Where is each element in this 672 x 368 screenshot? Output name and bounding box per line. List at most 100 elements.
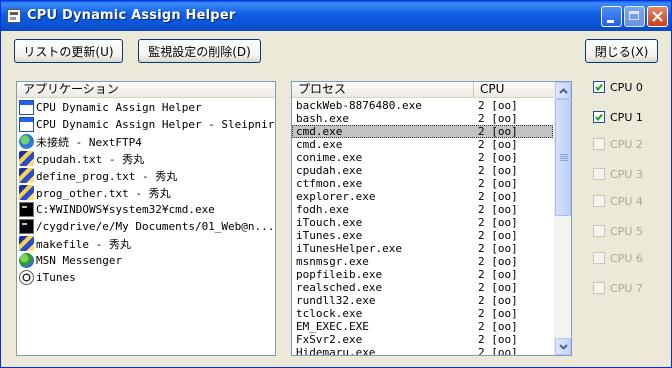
- process-name: EM_EXEC.EXE: [296, 320, 369, 333]
- process-row[interactable]: tclock.exe 2 [oo]: [292, 307, 553, 320]
- process-row[interactable]: ctfmon.exe 2 [oo]: [292, 177, 553, 190]
- cpu-checkbox-7: CPU 7: [593, 281, 643, 295]
- process-row[interactable]: bash.exe 2 [oo]: [292, 112, 553, 125]
- process-row[interactable]: realsched.exe 2 [oo]: [292, 281, 553, 294]
- process-cpu: 2 [oo]: [478, 255, 518, 268]
- process-row[interactable]: iTouch.exe 2 [oo]: [292, 216, 553, 229]
- process-row[interactable]: iTunes.exe 2 [oo]: [292, 229, 553, 242]
- application-list-item[interactable]: define_prog.txt - 秀丸: [19, 167, 177, 184]
- process-scrollbar[interactable]: [554, 82, 571, 355]
- cpu-checkbox-0[interactable]: CPU 0: [593, 80, 643, 94]
- msn-icon: [19, 253, 34, 268]
- column-header-cpu[interactable]: CPU: [474, 82, 556, 97]
- hidemaru-icon: [19, 168, 34, 183]
- process-row[interactable]: EM_EXEC.EXE 2 [oo]: [292, 320, 553, 333]
- column-header-process[interactable]: プロセス: [292, 82, 474, 97]
- process-row[interactable]: cpudah.exe 2 [oo]: [292, 164, 553, 177]
- cpu-checkbox-label: CPU 7: [610, 281, 643, 295]
- application-list-item-label: C:¥WINDOWS¥system32¥cmd.exe: [36, 203, 215, 216]
- title-bar[interactable]: CPU Dynamic Assign Helper: [1, 1, 671, 31]
- application-list-item[interactable]: makefile - 秀丸: [19, 235, 131, 252]
- process-row[interactable]: popfileib.exe 2 [oo]: [292, 268, 553, 281]
- application-list-item[interactable]: C:¥WINDOWS¥system32¥cmd.exe: [19, 201, 215, 218]
- close-window-button[interactable]: [647, 6, 668, 27]
- process-row[interactable]: fodh.exe 2 [oo]: [292, 203, 553, 216]
- process-row[interactable]: cmd.exe 2 [oo]: [292, 125, 553, 138]
- application-list-item[interactable]: prog_other.txt - 秀丸: [19, 184, 171, 201]
- cpu-checkbox-label: CPU 6: [610, 251, 643, 265]
- application-list-item[interactable]: CPU Dynamic Assign Helper - Sleipnir: [19, 116, 274, 133]
- cpu-checkbox-6: CPU 6: [593, 251, 643, 265]
- process-name: conime.exe: [296, 151, 363, 164]
- delete-monitor-settings-button[interactable]: 監視設定の削除(D): [138, 39, 261, 63]
- cpu-checkbox-1[interactable]: CPU 1: [593, 110, 643, 124]
- process-cpu: 2 [oo]: [478, 112, 518, 125]
- check-icon: [595, 83, 603, 91]
- process-cpu: 2 [oo]: [478, 268, 518, 281]
- process-row[interactable]: Hidemaru.exe 2 [oo]: [292, 346, 553, 356]
- process-name: bash.exe: [296, 112, 349, 125]
- minimize-button[interactable]: [601, 6, 622, 27]
- process-name: fodh.exe: [296, 203, 349, 216]
- column-header-applications[interactable]: アプリケーション: [17, 82, 275, 97]
- application-list-item-label: MSN Messenger: [36, 254, 123, 267]
- cpu-checkbox-5: CPU 5: [593, 224, 643, 238]
- application-list-item-label: define_prog.txt - 秀丸: [36, 169, 178, 183]
- scroll-down-button[interactable]: [555, 338, 571, 355]
- process-row[interactable]: backWeb-8876480.exe 2 [oo]: [292, 99, 553, 112]
- process-cpu: 2 [oo]: [478, 164, 518, 177]
- process-name: Hidemaru.exe: [296, 346, 376, 356]
- cpu-checkbox-label: CPU 0: [610, 80, 643, 94]
- process-row[interactable]: msnmsgr.exe 2 [oo]: [292, 255, 553, 268]
- process-row[interactable]: FxSvr2.exe 2 [oo]: [292, 333, 553, 346]
- process-name: iTunesHelper.exe: [296, 242, 402, 255]
- application-list-item[interactable]: CPU Dynamic Assign Helper: [19, 99, 202, 116]
- process-cpu: 2 [oo]: [478, 99, 518, 112]
- application-list-item-label: CPU Dynamic Assign Helper: [36, 101, 202, 114]
- process-row[interactable]: rundll32.exe 2 [oo]: [292, 294, 553, 307]
- scroll-thumb[interactable]: [555, 99, 571, 216]
- process-cpu: 2 [oo]: [478, 307, 518, 320]
- process-row[interactable]: iTunesHelper.exe 2 [oo]: [292, 242, 553, 255]
- application-list-item-label: iTunes: [36, 271, 76, 284]
- window-icon: [19, 100, 34, 115]
- app-icon[interactable]: [7, 9, 21, 23]
- cpu-checkbox-label: CPU 1: [610, 110, 643, 124]
- cpu-checkbox-label: CPU 5: [610, 224, 643, 238]
- application-list-item[interactable]: /cygdrive/e/My Documents/01_Web@n...: [19, 218, 274, 235]
- process-cpu: 2 [oo]: [478, 229, 518, 242]
- application-list[interactable]: アプリケーション CPU Dynamic Assign Helper CPU Dy…: [16, 81, 276, 356]
- close-button[interactable]: 閉じる(X): [585, 39, 658, 63]
- application-list-item[interactable]: cpudah.txt - 秀丸: [19, 150, 144, 167]
- scroll-up-button[interactable]: [555, 82, 571, 99]
- checkbox: [593, 195, 605, 207]
- process-name: tclock.exe: [296, 307, 363, 320]
- process-name: ctfmon.exe: [296, 177, 363, 190]
- checkbox[interactable]: [593, 81, 605, 93]
- application-list-item-label: 未接続 - NextFTP4: [36, 135, 142, 149]
- chevron-up-icon: [559, 88, 568, 94]
- process-row[interactable]: conime.exe 2 [oo]: [292, 151, 553, 164]
- checkbox: [593, 282, 605, 294]
- process-row[interactable]: cmd.exe 2 [oo]: [292, 138, 553, 151]
- application-list-item-label: CPU Dynamic Assign Helper - Sleipnir: [36, 118, 275, 131]
- cpu-checkbox-label: CPU 3: [610, 167, 643, 181]
- cpu-checkbox-label: CPU 4: [610, 194, 643, 208]
- cpu-checkbox-label: CPU 2: [610, 137, 643, 151]
- cmd-icon: [19, 202, 34, 217]
- process-name: msnmsgr.exe: [296, 255, 369, 268]
- cpu-checkbox-3: CPU 3: [593, 167, 643, 181]
- process-name: backWeb-8876480.exe: [296, 99, 422, 112]
- checkbox: [593, 168, 605, 180]
- close-icon: [652, 11, 663, 22]
- process-row[interactable]: explorer.exe 2 [oo]: [292, 190, 553, 203]
- process-list[interactable]: プロセス CPU backWeb-8876480.exe 2 [oo] bash.e…: [291, 81, 572, 356]
- checkbox[interactable]: [593, 111, 605, 123]
- application-list-item[interactable]: iTunes: [19, 269, 76, 286]
- process-name: cmd.exe: [296, 125, 343, 138]
- process-name: iTunes.exe: [296, 229, 363, 242]
- process-cpu: 2 [oo]: [478, 346, 518, 356]
- application-list-item[interactable]: MSN Messenger: [19, 252, 122, 269]
- application-list-item[interactable]: 未接続 - NextFTP4: [19, 133, 142, 150]
- refresh-list-button[interactable]: リストの更新(U): [14, 39, 123, 63]
